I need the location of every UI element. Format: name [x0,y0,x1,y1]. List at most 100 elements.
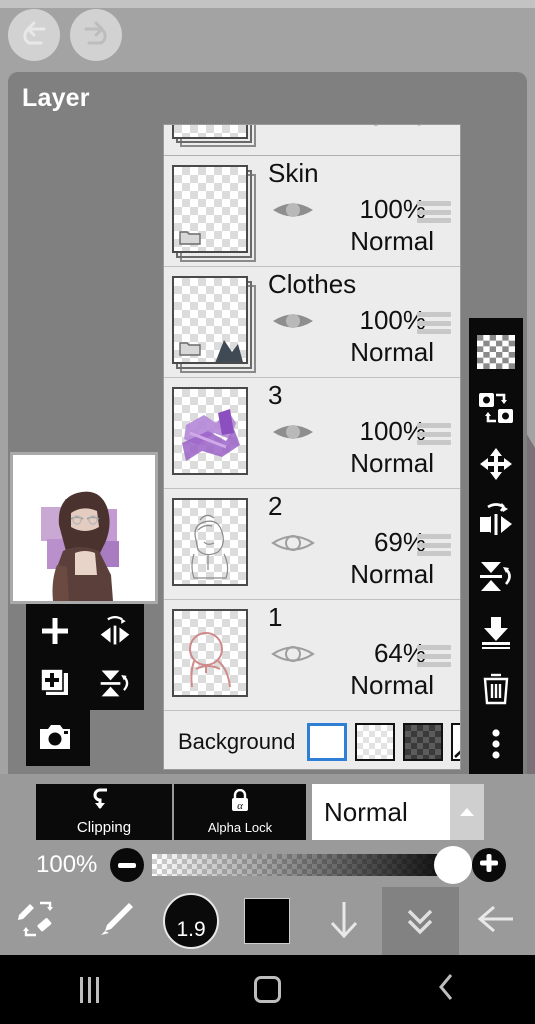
layer-drag-handle[interactable] [417,534,451,556]
background-swatch-checker-dark[interactable] [403,722,444,761]
layer-drag-handle[interactable] [417,312,451,334]
background-label: Background [178,728,296,754]
flip-vertical-button[interactable] [476,560,516,596]
back-button[interactable] [459,887,535,955]
merge-down-button[interactable] [476,616,516,652]
redo-button[interactable] [70,9,122,61]
brush-icon [93,899,137,944]
layer-visibility-toggle[interactable] [270,196,316,224]
color-swatch [244,898,291,944]
background-swatches [307,722,460,761]
opacity-decrease-button[interactable] [110,848,144,882]
flip-vertical-button[interactable] [88,660,142,710]
undo-button[interactable] [8,9,60,61]
move-button[interactable] [476,447,516,486]
layer-thumbnail[interactable] [172,164,256,262]
svg-text:α: α [237,800,243,812]
nav-recents-button[interactable] [0,976,178,1003]
minus-icon [118,856,136,874]
folder-icon [179,228,201,245]
layer-name: Clothes [268,269,357,299]
layer-drag-handle[interactable] [417,645,451,667]
merge-down-icon [477,615,515,654]
table-row[interactable]: 2 69% Normal [164,489,460,600]
download-button[interactable] [306,887,382,955]
color-swatch-button[interactable] [229,887,305,955]
brush-size-button[interactable]: 1.9 [153,887,229,955]
swap-layers-button[interactable] [476,392,516,428]
layer-visibility-toggle[interactable] [270,418,316,446]
layer-opacity: 100% [359,194,427,224]
layer-visibility-toggle[interactable] [270,640,316,668]
clipping-label: Clipping [76,819,132,836]
more-options-button[interactable] [476,728,516,764]
table-row[interactable]: Skin 100% Normal [164,156,460,267]
camera-import-button[interactable] [28,714,82,764]
duplicate-layer-button[interactable] [28,660,82,710]
opacity-increase-button[interactable] [472,848,506,882]
layer-blend-mode: Normal [350,448,434,478]
layer-opacity: 100% [359,416,427,446]
layer-name: 3 [268,380,283,410]
brush-eraser-swap-button[interactable] [0,887,76,955]
layer-blend-mode: Normal [350,670,434,700]
plus-icon [480,853,498,877]
canvas-preview-thumbnail[interactable] [10,452,158,604]
background-swatch-none[interactable] [451,722,460,761]
layer-visibility-toggle[interactable] [270,307,316,335]
opacity-slider[interactable] [152,846,472,884]
bottom-toolbar: 1.9 [0,887,535,955]
folder-icon [179,339,201,356]
clipping-button[interactable]: Clipping [36,784,172,840]
opacity-value: 100% [36,851,98,878]
transparency-checker-icon [477,334,515,374]
layer-visibility-toggle[interactable] [270,529,316,557]
collapse-panel-button[interactable] [382,887,459,955]
recents-icon [79,976,99,1003]
layer-thumbnail[interactable] [172,497,256,591]
layer-list[interactable]: Normal Skin 1 [163,124,461,770]
undo-arrow-icon [17,20,51,50]
opacity-slider-knob[interactable] [434,846,472,884]
app-screen: Layer Normal [0,0,535,1024]
brush-button[interactable] [76,887,152,955]
layer-row-partial[interactable]: Normal [164,125,460,156]
layer-thumbnail[interactable] [172,608,256,702]
chevron-up-icon[interactable] [450,784,484,840]
delete-layer-button[interactable] [476,672,516,708]
brush-size-value: 1.9 [176,918,206,941]
move-icon [477,447,515,486]
nav-back-button[interactable] [357,972,535,1007]
layer-drag-handle[interactable] [417,201,451,223]
clipping-arrow-icon [91,788,117,817]
layer-drag-handle[interactable] [417,423,451,445]
blend-mode-select[interactable]: Normal [312,784,484,840]
flip-horizontal-button[interactable] [88,608,142,658]
flip-vertical-icon [477,559,515,598]
layer-properties-bar: Clipping α Alpha Lock Normal 100% [0,774,535,887]
layer-thumbnail[interactable] [172,275,256,373]
transparency-button[interactable] [476,334,516,374]
background-swatch-white[interactable] [307,722,348,761]
delete-trash-icon [477,671,515,710]
table-row[interactable]: Clothes 100% Normal [164,267,460,378]
layer-blend-mode: Normal [274,125,434,132]
flip-horizontal-button[interactable] [476,502,516,540]
android-nav-bar [0,955,535,1024]
background-row: Background [164,711,460,769]
layer-opacity: 100% [359,305,427,335]
layer-blend-mode: Normal [350,559,434,589]
home-icon [253,976,281,1003]
more-options-icon [477,727,515,766]
layer-actions-toolbar [469,318,523,778]
background-swatch-checker-light[interactable] [355,722,396,761]
alpha-lock-button[interactable]: α Alpha Lock [174,784,306,840]
table-row[interactable]: 1 64% Normal [164,600,460,711]
camera-import-icon [38,723,72,756]
table-row[interactable]: 3 100% Normal [164,378,460,489]
nav-home-button[interactable] [178,976,356,1003]
add-layer-button[interactable] [28,608,82,658]
page-title: Layer [22,84,90,112]
add-layer-icon [39,615,71,652]
layer-thumbnail[interactable] [172,386,256,480]
